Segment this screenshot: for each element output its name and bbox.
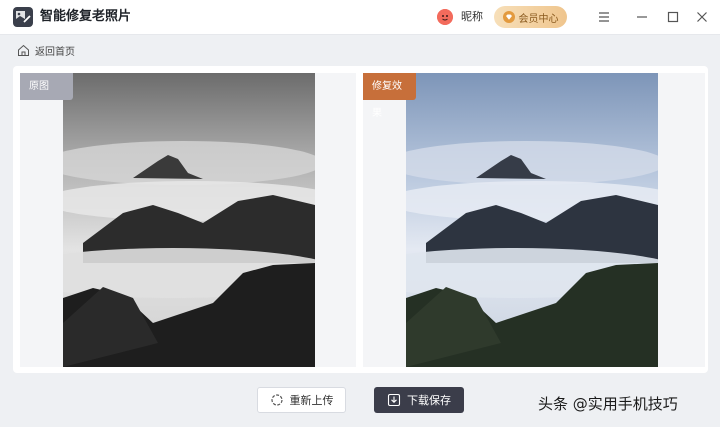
original-photo [63,73,315,367]
download-save-label: 下载保存 [407,394,451,407]
download-save-button[interactable]: 下载保存 [374,387,464,413]
reupload-label: 重新上传 [289,394,334,407]
title-bar: 智能修复老照片 昵称 会员中心 [0,0,720,35]
app-logo-icon [13,7,33,27]
original-panel: 原图 [20,73,356,367]
avatar-icon[interactable] [437,9,453,25]
back-home-label: 返回首页 [35,46,75,58]
close-icon[interactable] [694,9,710,25]
app-title: 智能修复老照片 [40,9,132,24]
minimize-icon[interactable] [634,9,650,25]
reupload-button[interactable]: 重新上传 [257,387,346,413]
diamond-icon [502,11,515,23]
home-icon [18,44,29,56]
restored-panel: 修复效果 [363,73,705,367]
refresh-icon [270,394,283,406]
vip-center-button[interactable]: 会员中心 [494,6,567,28]
vip-center-label: 会员中心 [518,13,559,25]
download-icon [387,393,401,407]
restored-photo [406,73,658,367]
original-tag: 原图 [20,73,73,100]
maximize-icon[interactable] [665,9,681,25]
user-nickname[interactable]: 昵称 [461,9,483,25]
menu-icon[interactable] [596,9,612,25]
back-home-link[interactable]: 返回首页 [17,42,75,58]
watermark-text: 头条 @实用手机技巧 [538,395,678,413]
restored-tag: 修复效果 [363,73,416,119]
